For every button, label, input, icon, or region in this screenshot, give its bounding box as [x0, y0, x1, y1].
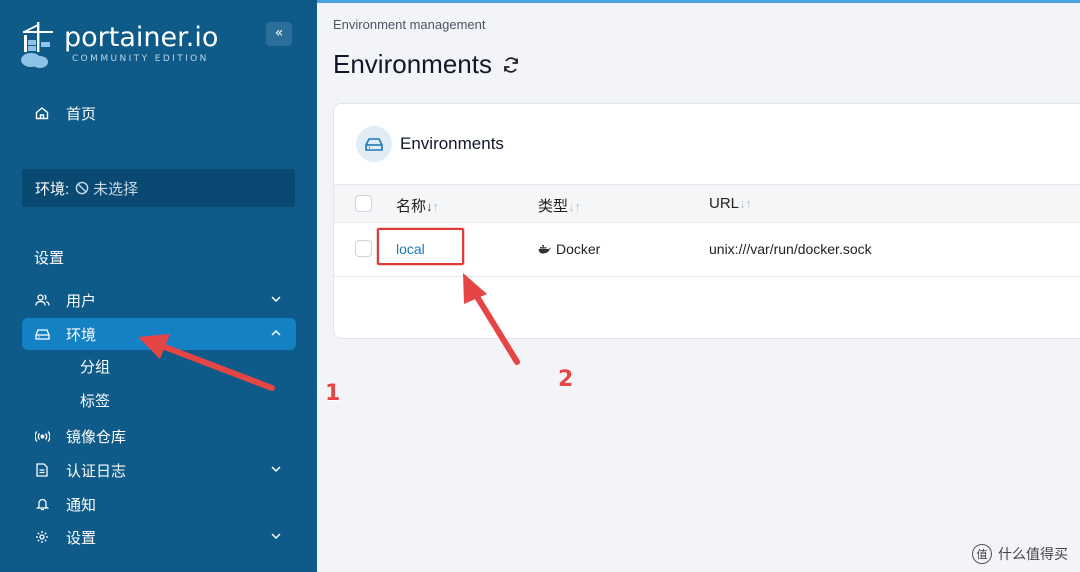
sidebar-item-label: 通知 [66, 496, 97, 514]
highlight-box [377, 228, 464, 265]
column-header-url[interactable]: URL↓↑ [709, 195, 752, 212]
environment-type-label: Docker [556, 241, 601, 257]
watermark: 值 什么值得买 [972, 544, 1068, 564]
annotation-label-2: 2 [558, 367, 574, 392]
sort-icon: ↓↑ [426, 199, 440, 214]
logo-text: portainer.io [64, 22, 219, 53]
environment-icon [34, 326, 50, 342]
environment-value: 未选择 [93, 180, 139, 198]
page-title-wrap: Environments [333, 49, 520, 80]
column-label: URL [709, 195, 740, 212]
sidebar-item-environments[interactable]: 环境 [22, 318, 296, 350]
not-selected-icon [75, 181, 89, 195]
card-title: Environments [400, 134, 504, 153]
sort-icon: ↓↑ [568, 199, 582, 214]
sidebar-item-label: 用户 [66, 292, 97, 310]
column-header-type[interactable]: 类型↓↑ [538, 195, 581, 216]
logo-subtitle: COMMUNITY EDITION [72, 54, 209, 64]
registry-icon [34, 428, 50, 444]
log-icon [34, 462, 50, 478]
sidebar-item-users[interactable]: 用户 [22, 284, 296, 316]
portainer-logo[interactable]: portainer.io COMMUNITY EDITION [20, 20, 260, 72]
top-accent-line [317, 0, 1080, 3]
watermark-text: 什么值得买 [998, 546, 1068, 562]
column-label: 类型 [538, 198, 569, 215]
users-icon [34, 292, 50, 308]
sidebar-item-label: 环境 [66, 326, 97, 344]
chevron-up-icon [271, 329, 281, 336]
row-checkbox[interactable] [355, 240, 372, 257]
table-header: 名称↓↑ 类型↓↑ URL↓↑ [334, 184, 1080, 223]
gear-icon [34, 529, 50, 545]
select-all-checkbox[interactable] [355, 195, 372, 212]
environment-selector[interactable]: 环境: 未选择 [22, 169, 295, 207]
sidebar-item-label: 设置 [66, 529, 97, 547]
sidebar: portainer.io COMMUNITY EDITION « 首页 环境: … [0, 0, 317, 572]
environment-value-wrap: 未选择 [75, 178, 138, 199]
card-header: Environments [334, 104, 1080, 184]
card-icon-wrap [356, 126, 392, 162]
sidebar-subitem-tags[interactable]: 标签 [80, 390, 110, 414]
environment-label: 环境: [35, 180, 70, 198]
environment-icon [365, 137, 383, 151]
page-title: Environments [333, 49, 492, 79]
chevron-down-icon [271, 533, 281, 540]
column-label: 名称 [396, 198, 427, 215]
collapse-sidebar-button[interactable]: « [266, 22, 292, 46]
environment-type: Docker [538, 241, 600, 257]
refresh-icon[interactable] [502, 56, 520, 74]
sidebar-item-label: 首页 [66, 105, 97, 123]
sidebar-item-settings[interactable]: 设置 [22, 521, 296, 553]
chevron-down-icon [271, 296, 281, 303]
sidebar-item-home[interactable]: 首页 [22, 97, 296, 129]
sort-icon: ↓↑ [739, 196, 753, 211]
sidebar-item-label: 认证日志 [66, 462, 127, 480]
sidebar-item-registries[interactable]: 镜像仓库 [22, 420, 296, 452]
bell-icon [34, 496, 50, 512]
home-icon [34, 105, 50, 121]
sidebar-item-notifications[interactable]: 通知 [22, 488, 296, 520]
sidebar-item-label: 镜像仓库 [66, 428, 127, 446]
sidebar-subitem-groups[interactable]: 分组 [80, 356, 110, 380]
environments-card: Environments 名称↓↑ 类型↓↑ URL↓↑ local Docke… [333, 103, 1080, 339]
watermark-logo-icon: 值 [972, 544, 992, 564]
breadcrumb[interactable]: Environment management [333, 17, 485, 32]
docker-icon [538, 245, 551, 254]
column-header-name[interactable]: 名称↓↑ [396, 195, 439, 216]
sidebar-item-auth-logs[interactable]: 认证日志 [22, 454, 296, 486]
environment-url: unix:///var/run/docker.sock [709, 241, 872, 257]
chevron-down-icon [271, 466, 281, 473]
settings-section-title: 设置 [34, 250, 65, 267]
portainer-logo-icon [21, 22, 53, 68]
annotation-label-1: 1 [325, 381, 341, 406]
